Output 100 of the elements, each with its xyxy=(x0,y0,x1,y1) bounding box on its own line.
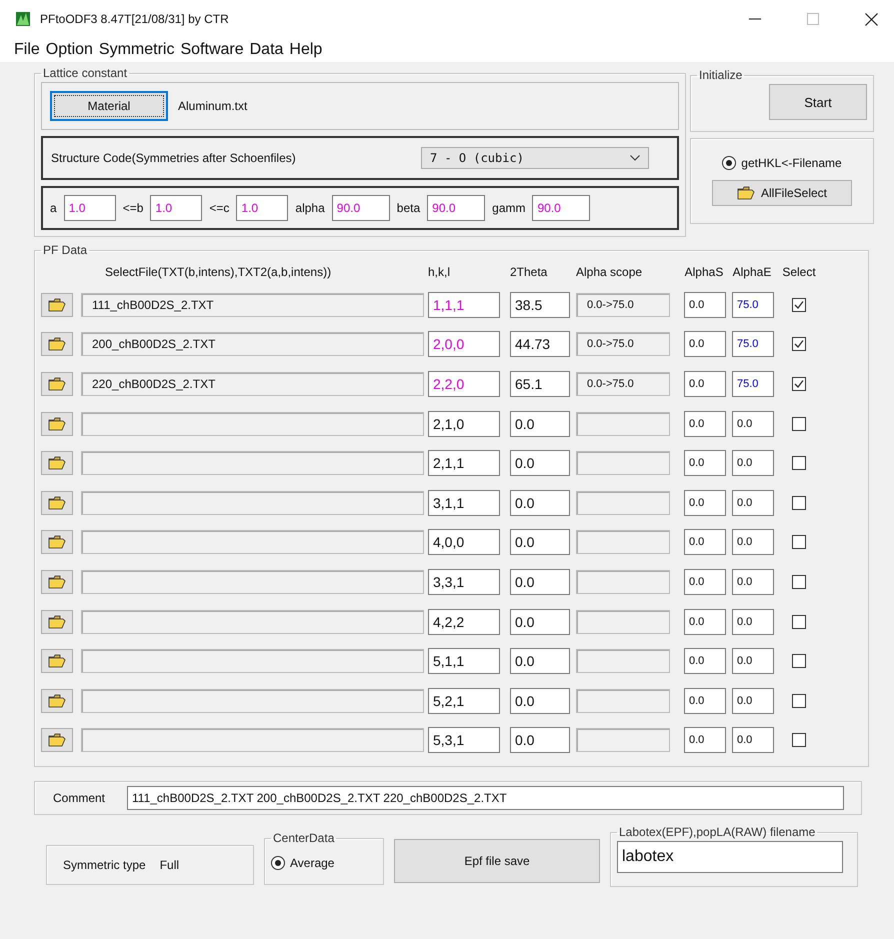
hkl-field[interactable]: 2,2,0 xyxy=(428,370,500,397)
menu-item[interactable]: File xyxy=(14,41,40,59)
file-field[interactable]: 220_chB00D2S_2.TXT xyxy=(81,372,424,396)
alpha-end-field[interactable]: 0.0 xyxy=(732,529,774,556)
open-file-button[interactable] xyxy=(41,610,73,634)
two-theta-field[interactable]: 0.0 xyxy=(510,450,570,476)
open-file-button[interactable] xyxy=(41,372,73,396)
alpha-start-field[interactable]: 0.0 xyxy=(684,727,726,754)
parameter-field[interactable]: 90.0 xyxy=(332,195,390,221)
checkbox[interactable] xyxy=(792,376,806,391)
file-field[interactable]: 111_chB00D2S_2.TXT xyxy=(81,292,424,317)
alpha-end-field[interactable]: 75.0 xyxy=(732,331,774,358)
alpha-start-field[interactable]: 0.0 xyxy=(684,292,726,318)
start-button[interactable]: Start xyxy=(769,84,867,120)
menu-item[interactable]: Option xyxy=(46,41,93,59)
alpha-start-field[interactable]: 0.0 xyxy=(684,568,726,595)
checkbox[interactable] xyxy=(792,416,806,431)
hkl-field[interactable]: 5,1,1 xyxy=(428,648,500,674)
hkl-field[interactable]: 1,1,1 xyxy=(428,292,500,318)
checkbox[interactable] xyxy=(792,733,806,748)
hkl-field[interactable]: 5,2,1 xyxy=(428,688,500,714)
hkl-field[interactable]: 2,0,0 xyxy=(428,331,500,358)
parameter-field[interactable]: 90.0 xyxy=(427,195,486,221)
parameter-field[interactable]: 1.0 xyxy=(64,195,116,221)
radio-button[interactable] xyxy=(271,856,285,870)
hkl-field[interactable]: 2,1,1 xyxy=(428,450,500,476)
checkbox[interactable] xyxy=(792,298,806,312)
alpha-start-field[interactable]: 0.0 xyxy=(684,410,726,437)
alpha-end-field[interactable]: 0.0 xyxy=(732,490,774,516)
open-file-button[interactable] xyxy=(41,490,73,515)
hkl-field[interactable]: 3,3,1 xyxy=(428,568,500,595)
menu-item[interactable]: Symmetric xyxy=(98,41,174,59)
alpha-end-field[interactable]: 0.0 xyxy=(732,648,774,674)
alpha-start-field[interactable]: 0.0 xyxy=(684,490,726,516)
material-button[interactable]: Material xyxy=(50,91,168,121)
hkl-field[interactable]: 4,0,0 xyxy=(428,529,500,556)
structure-dropdown[interactable]: 7 - O (cubic) xyxy=(421,147,649,169)
open-file-button[interactable] xyxy=(41,530,73,554)
alpha-start-field[interactable]: 0.0 xyxy=(684,648,726,674)
alpha-end-field[interactable]: 0.0 xyxy=(732,727,774,754)
alpha-end-field[interactable]: 0.0 xyxy=(732,410,774,437)
alpha-end-field[interactable]: 0.0 xyxy=(732,608,774,635)
alpha-start-field[interactable]: 0.0 xyxy=(684,529,726,556)
alpha-start-field[interactable]: 0.0 xyxy=(684,331,726,358)
checkbox[interactable] xyxy=(792,456,806,470)
checkbox[interactable] xyxy=(792,496,806,510)
alpha-start-field[interactable]: 0.0 xyxy=(684,450,726,476)
alpha-start-field[interactable]: 0.0 xyxy=(684,688,726,714)
checkbox[interactable] xyxy=(792,535,806,550)
hkl-field[interactable]: 5,3,1 xyxy=(428,727,500,754)
file-field[interactable] xyxy=(81,570,424,594)
open-file-button[interactable] xyxy=(41,412,73,436)
hkl-field[interactable]: 2,1,0 xyxy=(428,410,500,437)
file-field[interactable] xyxy=(81,451,424,476)
alpha-end-field[interactable]: 75.0 xyxy=(732,370,774,397)
checkbox[interactable] xyxy=(792,337,806,352)
open-file-button[interactable] xyxy=(41,688,73,713)
two-theta-field[interactable]: 65.1 xyxy=(510,370,570,397)
two-theta-field[interactable]: 0.0 xyxy=(510,608,570,635)
checkbox[interactable] xyxy=(792,574,806,589)
open-file-button[interactable] xyxy=(41,332,73,356)
alpha-start-field[interactable]: 0.0 xyxy=(684,608,726,635)
file-field[interactable]: 200_chB00D2S_2.TXT xyxy=(81,332,424,356)
file-field[interactable] xyxy=(81,490,424,515)
checkbox[interactable] xyxy=(792,654,806,668)
two-theta-field[interactable]: 0.0 xyxy=(510,727,570,754)
radio-button[interactable] xyxy=(722,156,736,170)
file-field[interactable] xyxy=(81,412,424,436)
file-field[interactable] xyxy=(81,610,424,634)
two-theta-field[interactable]: 0.0 xyxy=(510,529,570,556)
parameter-field[interactable]: 90.0 xyxy=(532,195,590,221)
alpha-start-field[interactable]: 0.0 xyxy=(684,370,726,397)
checkbox[interactable] xyxy=(792,614,806,629)
file-field[interactable] xyxy=(81,649,424,674)
parameter-field[interactable]: 1.0 xyxy=(150,195,202,221)
two-theta-field[interactable]: 0.0 xyxy=(510,410,570,437)
open-file-button[interactable] xyxy=(41,649,73,674)
file-field[interactable] xyxy=(81,688,424,713)
menu-item[interactable]: Software xyxy=(180,41,244,59)
open-file-button[interactable] xyxy=(41,292,73,317)
alpha-end-field[interactable]: 75.0 xyxy=(732,292,774,318)
checkbox[interactable] xyxy=(792,694,806,708)
alpha-end-field[interactable]: 0.0 xyxy=(732,568,774,595)
hkl-field[interactable]: 4,2,2 xyxy=(428,608,500,635)
two-theta-field[interactable]: 38.5 xyxy=(510,292,570,318)
file-field[interactable] xyxy=(81,530,424,554)
two-theta-field[interactable]: 0.0 xyxy=(510,648,570,674)
epf-save-button[interactable]: Epf file save xyxy=(394,839,600,884)
file-field[interactable] xyxy=(81,728,424,752)
two-theta-field[interactable]: 0.0 xyxy=(510,688,570,714)
alpha-end-field[interactable]: 0.0 xyxy=(732,450,774,476)
filename-field[interactable]: labotex xyxy=(617,841,843,874)
parameter-field[interactable]: 1.0 xyxy=(236,195,288,221)
comment-field[interactable]: 111_chB00D2S_2.TXT 200_chB00D2S_2.TXT 220_chB00D2S_2.TXT xyxy=(127,786,844,810)
open-file-button[interactable] xyxy=(41,728,73,752)
alpha-end-field[interactable]: 0.0 xyxy=(732,688,774,714)
open-file-button[interactable] xyxy=(41,570,73,594)
open-file-button[interactable] xyxy=(41,451,73,476)
menu-item[interactable]: Help xyxy=(289,41,322,59)
close-icon[interactable] xyxy=(865,12,878,26)
